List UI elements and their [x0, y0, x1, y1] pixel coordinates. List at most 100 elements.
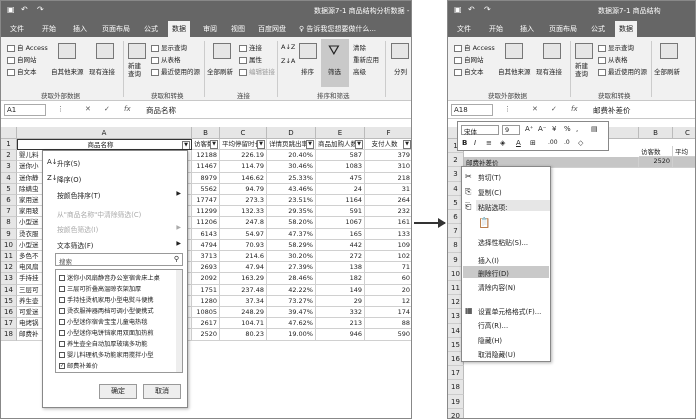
tab-insert[interactable]: 插入	[520, 24, 534, 34]
row-header[interactable]: 3	[1, 161, 17, 173]
row-header[interactable]: 19	[448, 394, 464, 409]
cancel-button[interactable]: 取消	[143, 384, 181, 399]
row-header[interactable]: 1	[1, 139, 17, 151]
table-cell[interactable]: 104.71	[220, 318, 267, 330]
tab-page-layout[interactable]: 页面布局	[102, 24, 130, 34]
header-cell-visitors[interactable]: 访客数	[639, 146, 673, 157]
menu-clear-filter[interactable]: 从"商品名称"中清除筛选(C)	[57, 209, 141, 219]
table-cell[interactable]: 3713	[192, 251, 220, 263]
table-cell[interactable]: 273.3	[220, 195, 267, 207]
table-cell[interactable]: 161	[365, 217, 411, 229]
decrease-font-icon[interactable]: A⁻	[538, 125, 546, 133]
row-header[interactable]: 18	[1, 329, 17, 341]
redo-icon[interactable]: ↷	[37, 5, 44, 14]
sort-desc-button[interactable]: Z↓A	[281, 57, 295, 65]
borders-icon[interactable]: ⊞	[530, 139, 536, 147]
existing-connections-button[interactable]: 现有连接	[89, 66, 115, 76]
table-cell[interactable]: 27.39%	[267, 262, 316, 274]
table-cell[interactable]: 214.6	[220, 251, 267, 263]
table-cell[interactable]: 114.79	[220, 161, 267, 173]
table-cell[interactable]: 109	[365, 240, 411, 251]
table-cell[interactable]: 88	[365, 318, 411, 330]
table-cell[interactable]: 2520	[192, 329, 220, 341]
table-cell[interactable]: 379	[365, 150, 411, 162]
menu-unhide[interactable]: 取消隐藏(U)	[478, 349, 515, 359]
row-header[interactable]: 16	[1, 307, 17, 319]
table-cell[interactable]: 31	[365, 184, 411, 195]
percent-icon[interactable]: %	[564, 125, 571, 133]
filter-dropdown-icon[interactable]: ▼	[257, 140, 265, 149]
from-web-button[interactable]: 自网站	[7, 54, 37, 64]
menu-sort-by-color[interactable]: 按颜色排序(T)	[57, 190, 100, 200]
table-cell[interactable]: 12188	[192, 150, 220, 162]
increase-font-icon[interactable]: A⁺	[525, 125, 533, 133]
filter-option[interactable]: 烫衣服神器两档可调小型便携式	[59, 306, 174, 315]
existing-connections-button[interactable]: 现有连接	[536, 66, 562, 76]
table-cell[interactable]: 1164	[316, 195, 365, 207]
table-cell[interactable]: 28.46%	[267, 273, 316, 285]
table-cell[interactable]: 70.93	[220, 239, 267, 251]
from-table-button[interactable]: 从表格	[598, 54, 628, 64]
row-header[interactable]: 5	[1, 183, 17, 195]
tab-data[interactable]: 数据	[168, 21, 190, 37]
table-cell[interactable]: 12	[365, 296, 411, 307]
row-header[interactable]: 4	[1, 172, 17, 184]
sort-button[interactable]: 排序	[301, 66, 314, 76]
table-cell[interactable]: 25.33%	[267, 172, 316, 184]
header-cell[interactable]: 商品加购人数 ▼	[316, 139, 365, 151]
checkbox[interactable]	[59, 319, 65, 325]
table-cell[interactable]: 237.48	[220, 284, 267, 296]
show-query-button[interactable]: 显示查询	[151, 42, 187, 52]
row-header[interactable]: 17	[1, 318, 17, 330]
checkbox[interactable]	[59, 352, 65, 358]
row-header[interactable]: 8	[1, 217, 17, 229]
table-cell[interactable]: 182	[316, 273, 365, 285]
table-cell[interactable]: 4794	[192, 239, 220, 251]
table-cell[interactable]: 591	[316, 206, 365, 218]
table-cell[interactable]: 8979	[192, 172, 220, 184]
bold-icon[interactable]: B	[462, 139, 467, 147]
table-cell[interactable]: 332	[316, 307, 365, 319]
column-header-b[interactable]: B	[192, 127, 220, 139]
row-header[interactable]: 17	[448, 366, 464, 381]
table-cell[interactable]: 20	[365, 285, 411, 296]
filter-option[interactable]: 养生壶全自动加厚玻璃多功能	[59, 339, 174, 348]
column-header-b[interactable]: B	[639, 127, 673, 139]
properties-button[interactable]: 属性	[239, 54, 262, 64]
fx-icon[interactable]: fx	[124, 105, 131, 113]
table-cell[interactable]: 102	[365, 251, 411, 263]
table-cell[interactable]: 2092	[192, 273, 220, 285]
table-cell[interactable]: 94.79	[220, 183, 267, 195]
from-table-button[interactable]: 从表格	[151, 54, 181, 64]
row-header[interactable]: 7	[1, 206, 17, 218]
table-cell[interactable]: 11299	[192, 206, 220, 218]
table-cell[interactable]: 19.00%	[267, 329, 316, 341]
recent-sources-button[interactable]: 最近使用的源	[151, 66, 200, 76]
table-cell[interactable]: 310	[365, 161, 411, 173]
font-family-select[interactable]: 宋体	[461, 125, 499, 136]
column-header-a[interactable]: A	[17, 127, 192, 139]
checkbox[interactable]	[59, 297, 65, 303]
column-header-e[interactable]: E	[316, 127, 365, 139]
table-cell[interactable]: 232	[365, 206, 411, 218]
from-other-button[interactable]: 自其他来源	[498, 66, 531, 76]
menu-delete-row[interactable]: 删除行(D)	[478, 268, 509, 278]
table-cell[interactable]: 165	[316, 228, 365, 240]
row-header[interactable]: 13	[1, 273, 17, 285]
recent-sources-button[interactable]: 最近使用的源	[598, 66, 647, 76]
select-all-corner[interactable]	[1, 127, 17, 139]
decimal-increase-icon[interactable]: .00	[548, 139, 558, 146]
formula-value[interactable]: 邮费补差价	[593, 105, 631, 116]
save-icon[interactable]: ▣	[454, 5, 462, 14]
filter-dropdown-icon[interactable]: ▼	[355, 140, 363, 149]
comma-icon[interactable]: ,	[576, 125, 578, 133]
row-header[interactable]: 11	[1, 251, 17, 263]
checkbox[interactable]	[59, 308, 65, 314]
paste-clipboard-icon[interactable]: 📋	[478, 218, 490, 229]
table-cell[interactable]: 475	[316, 172, 365, 184]
table-cell[interactable]: 37.34	[220, 295, 267, 307]
cancel-icon[interactable]: ✕	[532, 105, 538, 113]
filter-dropdown-icon[interactable]: ▼	[306, 140, 314, 149]
table-cell[interactable]: 442	[316, 239, 365, 251]
scrollbar[interactable]	[176, 270, 182, 372]
